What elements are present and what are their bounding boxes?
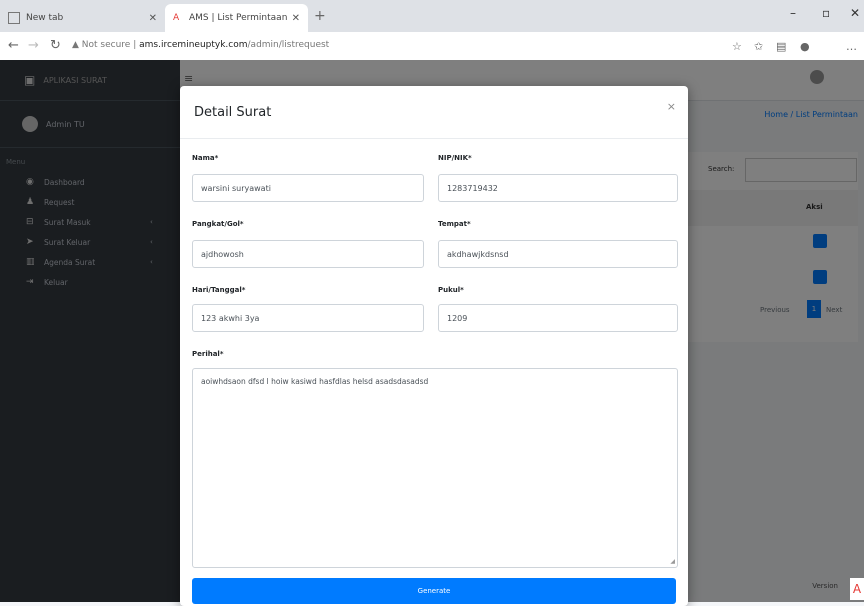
browser-tab-active[interactable]: A AMS | List Permintaan ✕ — [165, 4, 308, 32]
star-icon[interactable]: ☆ — [732, 40, 742, 53]
url-host: ams.ircemineuptyk.com — [139, 40, 248, 50]
close-icon[interactable]: ✕ — [149, 13, 157, 24]
hari-tanggal-label: Hari/Tanggal* — [192, 286, 246, 294]
tempat-label: Tempat* — [438, 220, 471, 228]
browser-tab-newtab[interactable]: New tab ✕ — [0, 4, 165, 32]
detail-surat-modal: Detail Surat × Nama* warsini suryawati N… — [180, 86, 688, 606]
warning-icon: ▲ — [72, 40, 79, 50]
forward-icon[interactable]: → — [28, 38, 39, 53]
refresh-icon[interactable]: ↻ — [50, 38, 61, 53]
back-icon[interactable]: ← — [8, 38, 19, 53]
new-tab-button[interactable]: + — [314, 8, 326, 24]
hari-tanggal-field[interactable]: 123 akwhi 3ya — [192, 304, 424, 332]
site-favicon-icon: A — [173, 13, 180, 23]
security-label: Not secure — [81, 40, 131, 50]
tab-label: New tab — [26, 13, 64, 23]
nip-field[interactable]: 1283719432 — [438, 174, 678, 202]
tab-label: AMS | List Permintaan — [189, 13, 288, 23]
window-close-icon[interactable]: ✕ — [850, 6, 860, 20]
minimize-icon[interactable]: – — [790, 6, 796, 20]
perihal-label: Perihal* — [192, 350, 224, 358]
pangkat-field[interactable]: ajdhowosh — [192, 240, 424, 268]
modal-title: Detail Surat — [194, 104, 272, 120]
more-icon[interactable]: … — [846, 40, 857, 53]
pukul-field[interactable]: 1209 — [438, 304, 678, 332]
tempat-field[interactable]: akdhawjkdsnsd — [438, 240, 678, 268]
maximize-icon[interactable]: ▫ — [822, 6, 830, 20]
pangkat-label: Pangkat/Gol* — [192, 220, 244, 228]
modal-header: Detail Surat × — [180, 86, 688, 139]
close-icon[interactable]: × — [667, 100, 676, 113]
profile-icon[interactable]: ● — [800, 40, 810, 53]
generate-button[interactable]: Generate — [192, 578, 676, 604]
browser-tabbar: New tab ✕ A AMS | List Permintaan ✕ + – … — [0, 0, 864, 32]
nama-label: Nama* — [192, 154, 219, 162]
nip-label: NIP/NIK* — [438, 154, 472, 162]
close-icon[interactable]: ✕ — [292, 13, 300, 24]
favorites-icon[interactable]: ✩ — [754, 40, 763, 53]
collections-icon[interactable]: ▤ — [776, 40, 786, 53]
address-bar: ← → ↻ ▲ Not secure | ams.ircemineuptyk.c… — [0, 32, 864, 61]
pukul-label: Pukul* — [438, 286, 464, 294]
resize-handle-icon[interactable]: ◢ — [670, 558, 675, 565]
corner-app-icon: A — [850, 578, 864, 600]
url-path: /admin/listrequest — [247, 40, 330, 50]
nama-field[interactable]: warsini suryawati — [192, 174, 424, 202]
perihal-textarea[interactable]: aoiwhdsaon dfsd l hoiw kasiwd hasfdlas h… — [192, 368, 678, 568]
newtab-page-icon — [8, 12, 20, 24]
url-field[interactable]: ▲ Not secure | ams.ircemineuptyk.com/adm… — [72, 40, 329, 50]
perihal-text: aoiwhdsaon dfsd l hoiw kasiwd hasfdlas h… — [201, 377, 429, 386]
